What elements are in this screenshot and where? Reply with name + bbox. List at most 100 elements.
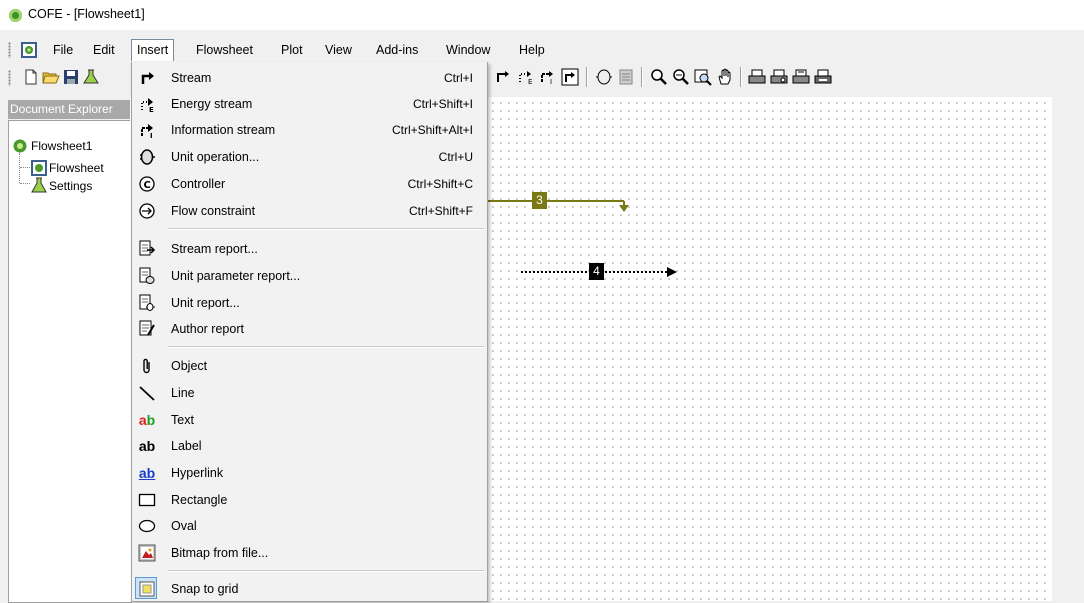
- menu-item-label: Unit parameter report...: [171, 269, 301, 283]
- menu-item-label: Text: [171, 413, 194, 427]
- menu-help[interactable]: Help: [514, 39, 550, 61]
- stream-icon[interactable]: [495, 68, 513, 86]
- svg-text:E: E: [149, 106, 154, 113]
- flowsheet-root-icon: [13, 139, 27, 153]
- svg-text:E: E: [528, 78, 532, 86]
- menu-item-shortcut: Ctrl+Shift+F: [408, 204, 473, 218]
- menu-item-label: Oval: [171, 519, 197, 533]
- stream-box-icon[interactable]: [561, 68, 579, 86]
- menu-item-label: Unit operation...: [171, 150, 260, 164]
- menu-item-text[interactable]: ab Text: [132, 407, 487, 433]
- menu-item-author-report[interactable]: Author report: [132, 316, 487, 342]
- information-stream-icon[interactable]: I: [539, 68, 557, 86]
- print-setup-icon[interactable]: [814, 68, 832, 86]
- menu-item-flow-constraint[interactable]: Flow constraint Ctrl+Shift+F: [132, 198, 487, 224]
- menu-item-label-text: Label: [171, 439, 202, 453]
- menu-item-hyperlink[interactable]: ab Hyperlink: [132, 460, 487, 486]
- stream-icon: [138, 69, 156, 87]
- menu-item-shortcut: Ctrl+Shift+Alt+I: [391, 123, 473, 137]
- app-icon: [9, 9, 22, 22]
- menu-plot[interactable]: Plot: [276, 39, 308, 61]
- menu-item-object[interactable]: Object: [132, 353, 487, 379]
- menu-item-shortcut: Ctrl+Shift+C: [407, 177, 473, 191]
- menu-item-label: Hyperlink: [171, 466, 224, 480]
- menu-item-unit-report[interactable]: Unit report...: [132, 290, 487, 316]
- new-file-icon[interactable]: [22, 68, 40, 86]
- flowsheet-doc-icon: [31, 160, 47, 176]
- menu-item-label: Unit report...: [171, 296, 240, 310]
- menu-item-line[interactable]: Line: [132, 380, 487, 406]
- svg-text:C: C: [144, 180, 151, 191]
- hyperlink-icon: ab: [138, 465, 156, 481]
- rectangle-icon: [138, 491, 156, 509]
- menu-window[interactable]: Window: [441, 39, 495, 61]
- menu-add-ins[interactable]: Add-ins: [371, 39, 423, 61]
- tree-item-flowsheet[interactable]: Flowsheet: [49, 161, 104, 175]
- energy-stream-icon[interactable]: E: [517, 68, 535, 86]
- menu-item-oval[interactable]: Oval: [132, 513, 487, 539]
- print-preview-icon[interactable]: [770, 68, 788, 86]
- menu-item-label: Author report: [171, 322, 244, 336]
- menu-item-shortcut: Ctrl+Shift+I: [412, 97, 473, 111]
- unit-parameter-report-icon: [138, 267, 156, 285]
- oval-icon: [138, 517, 156, 535]
- menu-file[interactable]: File: [48, 39, 78, 61]
- snap-to-grid-icon: [138, 580, 156, 598]
- menu-item-energy-stream[interactable]: E Energy stream Ctrl+Shift+I: [132, 91, 487, 117]
- menu-item-stream-report[interactable]: Stream report...: [132, 236, 487, 262]
- toolbar-grip: [8, 70, 11, 86]
- zoom-in-icon[interactable]: [650, 68, 668, 86]
- svg-text:I: I: [550, 78, 552, 86]
- flowsheet-canvas[interactable]: 3 4: [486, 97, 1053, 601]
- menu-item-label: Stream report...: [171, 242, 258, 256]
- menu-item-label: Information stream: [171, 123, 276, 137]
- toolbar-separator: [641, 67, 643, 87]
- zoom-out-icon[interactable]: [672, 68, 690, 86]
- tree-item-flowsheet1[interactable]: Flowsheet1: [31, 139, 92, 153]
- menu-item-information-stream[interactable]: I Information stream Ctrl+Shift+Alt+I: [132, 117, 487, 143]
- bitmap-icon: [138, 544, 156, 562]
- paperclip-icon: [138, 357, 156, 375]
- menu-item-controller[interactable]: C Controller Ctrl+Shift+C: [132, 171, 487, 197]
- menu-item-bitmap-from-file[interactable]: Bitmap from file...: [132, 540, 487, 566]
- pan-hand-icon[interactable]: [716, 68, 734, 86]
- information-stream-icon: I: [138, 121, 156, 140]
- unit-operation-gray-icon[interactable]: [617, 68, 635, 86]
- unit-operation-icon: [138, 148, 156, 166]
- menu-item-label[interactable]: ab Label: [132, 433, 487, 459]
- stream-3-label[interactable]: 3: [532, 192, 547, 209]
- unit-operation-icon[interactable]: [595, 68, 613, 86]
- energy-stream-icon: E: [138, 95, 156, 114]
- menu-item-stream[interactable]: Stream Ctrl+I: [132, 65, 487, 91]
- open-folder-icon[interactable]: [42, 68, 60, 86]
- stream-3-arrow: [619, 205, 629, 212]
- menu-item-label: Bitmap from file...: [171, 546, 269, 560]
- menu-item-unit-parameter-report[interactable]: Unit parameter report...: [132, 263, 487, 289]
- line-icon: [138, 384, 156, 402]
- flask-icon[interactable]: [82, 68, 100, 86]
- save-icon[interactable]: [62, 68, 80, 86]
- menu-separator: [168, 570, 484, 572]
- print-report-icon[interactable]: [792, 68, 810, 86]
- menu-item-label: Line: [171, 386, 195, 400]
- flowsheet-doc-icon[interactable]: [20, 41, 38, 59]
- insert-menu-dropdown: Stream Ctrl+I E Energy stream Ctrl+Shift…: [131, 62, 488, 602]
- menu-flowsheet[interactable]: Flowsheet: [191, 39, 258, 61]
- menu-item-label: Flow constraint: [171, 204, 256, 218]
- controller-icon: C: [138, 175, 156, 193]
- settings-flask-icon: [31, 177, 47, 193]
- menu-item-unit-operation[interactable]: Unit operation... Ctrl+U: [132, 144, 487, 170]
- menu-edit[interactable]: Edit: [88, 39, 120, 61]
- menu-view[interactable]: View: [320, 39, 357, 61]
- print-icon[interactable]: [748, 68, 766, 86]
- menu-item-rectangle[interactable]: Rectangle: [132, 487, 487, 513]
- menu-item-label: Snap to grid: [171, 582, 239, 596]
- zoom-fit-icon[interactable]: [694, 68, 712, 86]
- menu-item-shortcut: Ctrl+I: [443, 71, 473, 85]
- tree-item-settings[interactable]: Settings: [49, 179, 92, 193]
- stream-4-label[interactable]: 4: [589, 263, 604, 280]
- menu-insert[interactable]: Insert: [131, 39, 175, 61]
- text-icon-glyph-a: a: [138, 412, 147, 428]
- stream-report-icon: [138, 240, 156, 258]
- menu-item-snap-to-grid[interactable]: Snap to grid: [132, 576, 487, 602]
